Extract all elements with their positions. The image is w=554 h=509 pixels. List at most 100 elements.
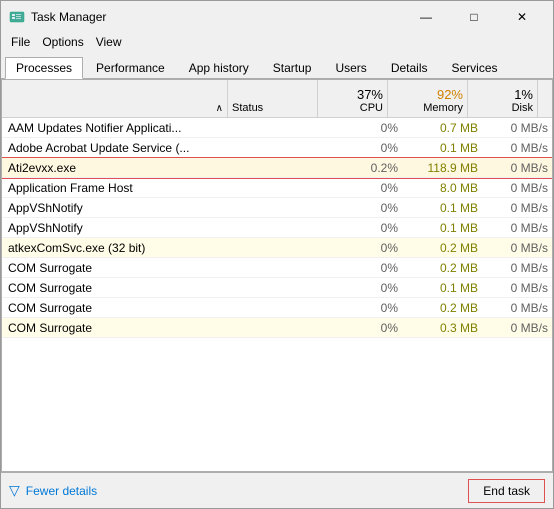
main-content: ∧ Status 37% CPU 92% Memory 1% Disk AAM …: [1, 79, 553, 472]
process-name: Application Frame Host: [2, 180, 242, 196]
process-memory: 0.1 MB: [402, 200, 482, 216]
process-name: Ati2evxx.exe: [2, 160, 242, 176]
tab-users[interactable]: Users: [324, 56, 377, 78]
tab-bar: Processes Performance App history Startu…: [1, 53, 553, 79]
process-disk: 0 MB/s: [482, 260, 552, 276]
process-name: AppVShNotify: [2, 200, 242, 216]
chevron-down-icon: ▽: [9, 482, 20, 499]
process-name: Adobe Acrobat Update Service (...: [2, 140, 242, 156]
process-disk: 0 MB/s: [482, 140, 552, 156]
process-name: COM Surrogate: [2, 280, 242, 296]
col-header-name[interactable]: ∧: [2, 80, 228, 117]
process-status: [242, 147, 332, 149]
table-row[interactable]: AAM Updates Notifier Applicati... 0% 0.7…: [2, 118, 552, 138]
task-manager-window: Task Manager — □ ✕ File Options View Pro…: [0, 0, 554, 509]
table-row[interactable]: atkexComSvc.exe (32 bit) 0% 0.2 MB 0 MB/…: [2, 238, 552, 258]
process-name: AppVShNotify: [2, 220, 242, 236]
col-header-cpu[interactable]: 37% CPU: [318, 80, 388, 117]
process-disk: 0 MB/s: [482, 280, 552, 296]
close-button[interactable]: ✕: [499, 7, 545, 27]
table-row[interactable]: COM Surrogate 0% 0.2 MB 0 MB/s: [2, 258, 552, 278]
fewer-details-label: Fewer details: [26, 484, 97, 498]
process-cpu: 0.2%: [332, 160, 402, 176]
tab-details[interactable]: Details: [380, 56, 439, 78]
process-status: [242, 247, 332, 249]
process-disk: 0 MB/s: [482, 320, 552, 336]
table-row[interactable]: Application Frame Host 0% 8.0 MB 0 MB/s: [2, 178, 552, 198]
process-status: [242, 127, 332, 129]
process-cpu: 0%: [332, 140, 402, 156]
process-name: atkexComSvc.exe (32 bit): [2, 240, 242, 256]
disk-percent: 1%: [472, 87, 533, 102]
process-memory: 0.2 MB: [402, 300, 482, 316]
tab-app-history[interactable]: App history: [178, 56, 260, 78]
menu-view[interactable]: View: [90, 33, 128, 51]
menu-options[interactable]: Options: [36, 33, 89, 51]
col-header-disk[interactable]: 1% Disk: [468, 80, 538, 117]
table-row[interactable]: Ati2evxx.exe 0.2% 118.9 MB 0 MB/s: [2, 158, 552, 178]
col-header-status[interactable]: Status: [228, 80, 318, 117]
process-name: COM Surrogate: [2, 300, 242, 316]
process-cpu: 0%: [332, 320, 402, 336]
table-row[interactable]: Adobe Acrobat Update Service (... 0% 0.1…: [2, 138, 552, 158]
sort-arrow-icon: ∧: [216, 103, 223, 114]
process-table-body[interactable]: AAM Updates Notifier Applicati... 0% 0.7…: [2, 118, 552, 471]
table-row[interactable]: COM Surrogate 0% 0.2 MB 0 MB/s: [2, 298, 552, 318]
process-cpu: 0%: [332, 120, 402, 136]
menu-bar: File Options View: [1, 31, 553, 53]
table-row[interactable]: AppVShNotify 0% 0.1 MB 0 MB/s: [2, 198, 552, 218]
process-disk: 0 MB/s: [482, 120, 552, 136]
process-name: COM Surrogate: [2, 260, 242, 276]
process-memory: 118.9 MB: [402, 160, 482, 176]
process-name: AAM Updates Notifier Applicati...: [2, 120, 242, 136]
process-cpu: 0%: [332, 240, 402, 256]
process-disk: 0 MB/s: [482, 240, 552, 256]
process-disk: 0 MB/s: [482, 160, 552, 176]
process-disk: 0 MB/s: [482, 220, 552, 236]
disk-label: Disk: [472, 102, 533, 114]
process-disk: 0 MB/s: [482, 180, 552, 196]
process-cpu: 0%: [332, 300, 402, 316]
process-cpu: 0%: [332, 280, 402, 296]
menu-file[interactable]: File: [5, 33, 36, 51]
memory-label: Memory: [392, 102, 463, 114]
tab-performance[interactable]: Performance: [85, 56, 176, 78]
process-disk: 0 MB/s: [482, 200, 552, 216]
title-bar-left: Task Manager: [9, 9, 106, 25]
process-status: [242, 187, 332, 189]
table-row[interactable]: AppVShNotify 0% 0.1 MB 0 MB/s: [2, 218, 552, 238]
process-cpu: 0%: [332, 200, 402, 216]
tab-startup[interactable]: Startup: [262, 56, 323, 78]
window-controls: — □ ✕: [403, 7, 545, 27]
process-status: [242, 227, 332, 229]
task-manager-icon: [9, 9, 25, 25]
end-task-button[interactable]: End task: [468, 479, 545, 503]
table-row[interactable]: COM Surrogate 0% 0.3 MB 0 MB/s: [2, 318, 552, 338]
process-memory: 0.1 MB: [402, 140, 482, 156]
process-status: [242, 167, 332, 169]
minimize-button[interactable]: —: [403, 7, 449, 27]
process-name: COM Surrogate: [2, 320, 242, 336]
col-header-memory[interactable]: 92% Memory: [388, 80, 468, 117]
memory-percent: 92%: [392, 87, 463, 102]
process-status: [242, 207, 332, 209]
title-bar: Task Manager — □ ✕: [1, 1, 553, 31]
process-memory: 0.2 MB: [402, 260, 482, 276]
process-memory: 0.3 MB: [402, 320, 482, 336]
maximize-button[interactable]: □: [451, 7, 497, 27]
tab-processes[interactable]: Processes: [5, 57, 83, 79]
process-memory: 8.0 MB: [402, 180, 482, 196]
window-title: Task Manager: [31, 10, 106, 24]
scrollbar-spacer: [538, 80, 552, 117]
cpu-percent: 37%: [322, 87, 383, 102]
table-row[interactable]: COM Surrogate 0% 0.1 MB 0 MB/s: [2, 278, 552, 298]
tab-services[interactable]: Services: [441, 56, 509, 78]
table-header: ∧ Status 37% CPU 92% Memory 1% Disk: [2, 80, 552, 118]
process-status: [242, 307, 332, 309]
process-memory: 0.1 MB: [402, 280, 482, 296]
process-memory: 0.7 MB: [402, 120, 482, 136]
fewer-details-button[interactable]: ▽ Fewer details: [9, 482, 97, 499]
process-memory: 0.2 MB: [402, 240, 482, 256]
process-status: [242, 327, 332, 329]
process-disk: 0 MB/s: [482, 300, 552, 316]
